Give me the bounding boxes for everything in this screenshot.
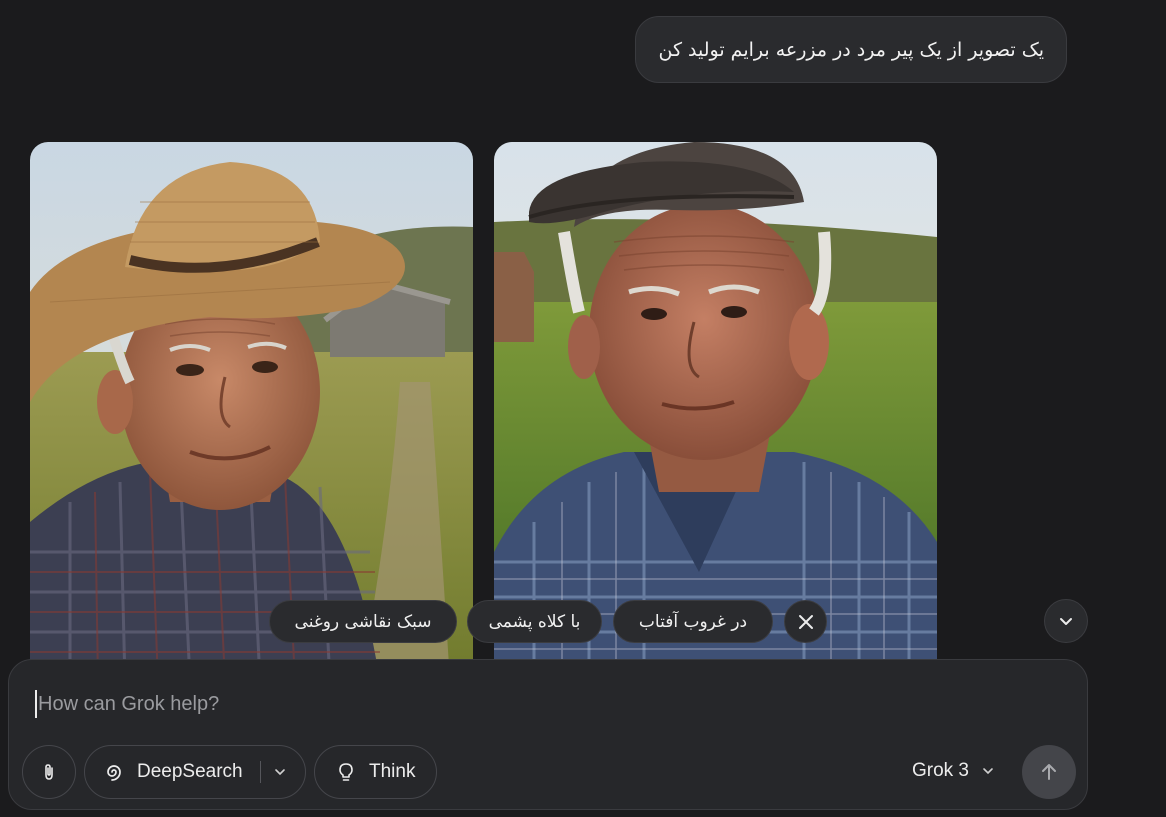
suggestion-chip-oil-painting[interactable]: سبک نقاشی روغنی — [269, 600, 457, 643]
chat-screen: یک تصویر از یک پیر مرد در مزرعه برایم تو… — [0, 0, 1166, 817]
model-selector[interactable]: Grok 3 — [912, 760, 995, 782]
arrow-up-icon — [1042, 764, 1056, 780]
think-button[interactable]: Think — [314, 745, 437, 799]
send-button[interactable] — [1022, 745, 1076, 799]
suggestion-chip-wool-hat[interactable]: با کلاه پشمی — [467, 600, 602, 643]
dismiss-suggestions-button[interactable] — [784, 600, 827, 643]
suggestion-chip-sunset[interactable]: در غروب آفتاب — [613, 600, 773, 643]
chevron-down-icon — [1060, 618, 1072, 625]
deepsearch-options-toggle[interactable] — [273, 765, 287, 779]
close-icon — [798, 614, 813, 629]
prompt-input[interactable] — [35, 690, 935, 718]
divider — [259, 761, 261, 783]
think-label: Think — [369, 761, 416, 782]
deepsearch-button[interactable]: DeepSearch — [84, 745, 306, 799]
chevron-down-icon — [983, 768, 993, 775]
composer: DeepSearch Think Grok 3 — [8, 659, 1088, 810]
model-label: Grok 3 — [911, 760, 969, 781]
attach-button[interactable] — [22, 745, 76, 799]
deepsearch-swirl-icon — [107, 765, 121, 781]
deepsearch-label: DeepSearch — [137, 761, 243, 782]
model-chevron — [981, 764, 995, 778]
chevron-down-icon — [274, 769, 285, 776]
scroll-to-bottom-button[interactable] — [1044, 599, 1088, 643]
user-message-bubble: یک تصویر از یک پیر مرد در مزرعه برایم تو… — [635, 16, 1067, 83]
paperclip-icon — [45, 764, 53, 780]
lightbulb-icon — [339, 763, 353, 781]
